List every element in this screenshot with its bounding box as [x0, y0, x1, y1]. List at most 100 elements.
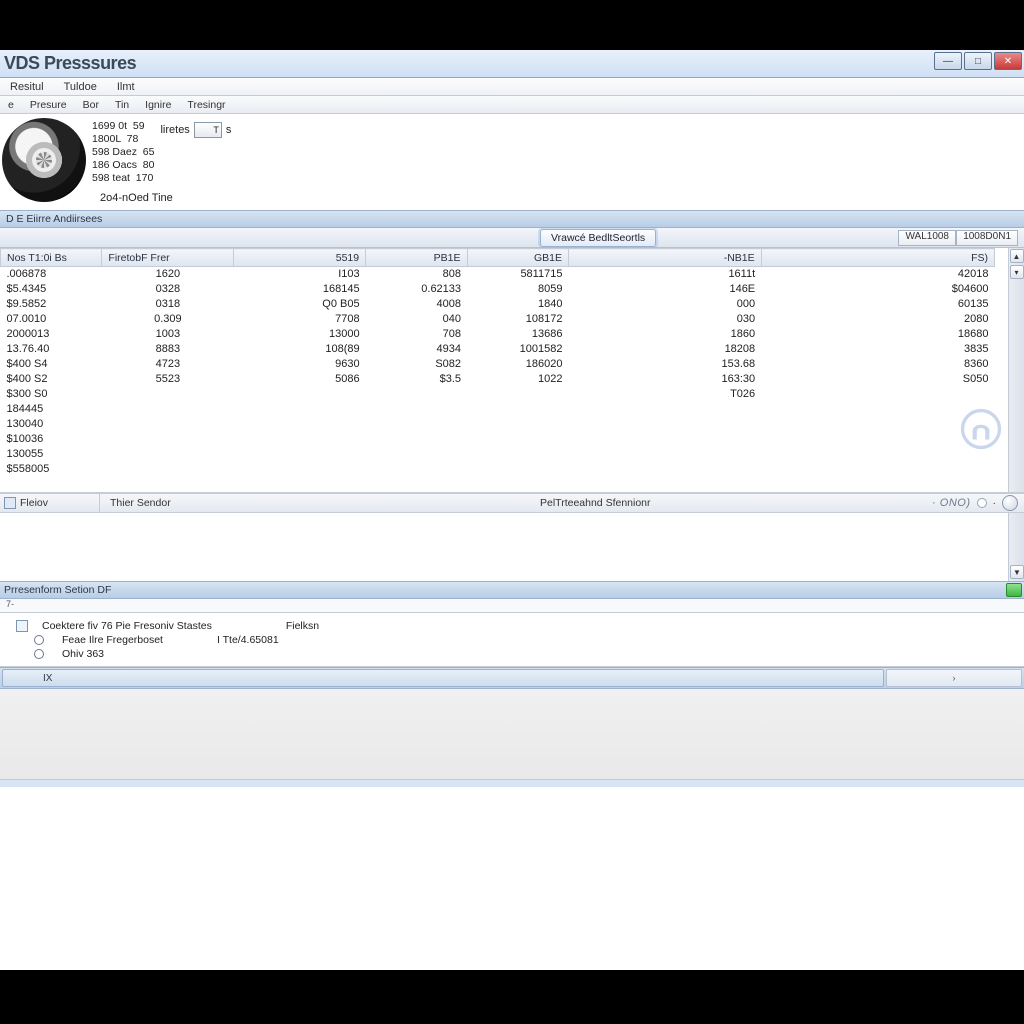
col-header[interactable]: PB1E — [366, 249, 467, 267]
table-cell: $04600 — [761, 282, 994, 297]
units-label: liretes — [160, 124, 189, 136]
table-cell — [366, 387, 467, 402]
table-row[interactable]: $300 S0T026 — [1, 387, 995, 402]
status-glyph-icon — [4, 497, 16, 509]
menu-item[interactable]: Ilmt — [107, 81, 145, 93]
table-cell — [568, 447, 761, 462]
table-cell — [234, 402, 366, 417]
menubar: Resitul Tuldoe Ilmt — [0, 78, 1024, 96]
radio-option-2[interactable] — [34, 649, 44, 659]
table-cell — [234, 417, 366, 432]
table-cell: 108(89 — [234, 342, 366, 357]
table-cell: 4008 — [366, 297, 467, 312]
table-row[interactable]: 130055 — [1, 447, 995, 462]
window-title: VDS Presssures — [0, 53, 136, 74]
col-header[interactable]: FS) — [761, 249, 994, 267]
toolbar-item[interactable]: Bor — [75, 99, 107, 111]
table-row[interactable]: 07.00100.30977080401081720302080 — [1, 312, 995, 327]
table-cell — [234, 462, 366, 477]
radio-option-1[interactable] — [34, 635, 44, 645]
table-cell: 108172 — [467, 312, 568, 327]
toolbar-item[interactable]: Tin — [107, 99, 137, 111]
options-area: Coektere fiv 76 Pie Fresoniv Stastes Fie… — [0, 613, 1024, 667]
table-cell: 184445 — [1, 402, 102, 417]
table-cell: 708 — [366, 327, 467, 342]
table-cell: 1001582 — [467, 342, 568, 357]
scroll-thumb[interactable]: ▾ — [1010, 265, 1024, 279]
table-cell — [467, 402, 568, 417]
table-cell — [568, 432, 761, 447]
table-cell: 8360 — [761, 357, 994, 372]
table-cell: 13.76.40 — [1, 342, 102, 357]
toolbar-item[interactable]: Presure — [22, 99, 75, 111]
table-cell: 42018 — [761, 267, 994, 282]
table-row[interactable]: $10036 — [1, 432, 995, 447]
close-button[interactable]: ✕ — [994, 52, 1022, 70]
table-cell: 0328 — [102, 282, 234, 297]
table-cell: 163:30 — [568, 372, 761, 387]
units-selector[interactable]: T — [194, 122, 222, 138]
table-row[interactable]: 184445 — [1, 402, 995, 417]
table-cell: $10036 — [1, 432, 102, 447]
table-cell: 3835 — [761, 342, 994, 357]
toolbar-btn-2[interactable]: 1008D0N1 — [956, 230, 1018, 246]
table-row[interactable]: $400 S447239630S082186020153.688360 — [1, 357, 995, 372]
scroll-up-icon[interactable]: ▲ — [1010, 249, 1024, 263]
status-led-icon — [1002, 495, 1018, 511]
table-row[interactable]: .0068781620I10380858117151611t42018 — [1, 267, 995, 282]
table-header-row: Nos T1:0i Bs FiretobF Frer 5519 PB1E GB1… — [1, 249, 995, 267]
table-cell — [568, 462, 761, 477]
menu-item[interactable]: Tuldoe — [54, 81, 107, 93]
table-cell — [102, 417, 234, 432]
maximize-button[interactable]: □ — [964, 52, 992, 70]
panel2-tab[interactable]: 7- — [6, 599, 14, 609]
table-row[interactable]: $558005 — [1, 462, 995, 477]
panel2-action-button[interactable] — [1006, 583, 1022, 597]
panel2-status-text2: › — [953, 673, 956, 683]
panel2-header: Prresenform Setion DF — [0, 581, 1024, 599]
table-row[interactable]: $9.58520318Q0 B054008184000060135 — [1, 297, 995, 312]
table-cell: Q0 B05 — [234, 297, 366, 312]
scroll-down-icon[interactable]: ▼ — [1010, 565, 1024, 579]
minimize-button[interactable]: — — [934, 52, 962, 70]
toolbar-btn-1[interactable]: WAL1008 — [898, 230, 956, 246]
table-cell — [102, 432, 234, 447]
table-cell: 13686 — [467, 327, 568, 342]
toolbar: e Presure Bor Tin Ignire Tresingr — [0, 96, 1024, 114]
toolbar-item[interactable]: e — [0, 99, 22, 111]
table-row[interactable]: 13.76.408883108(8949341001582182083835 — [1, 342, 995, 357]
table-cell: 13000 — [234, 327, 366, 342]
col-header[interactable]: FiretobF Frer — [102, 249, 234, 267]
titlebar: VDS Presssures — □ ✕ — [0, 50, 1024, 78]
table-row[interactable]: 130040 — [1, 417, 995, 432]
table-cell: $5.4345 — [1, 282, 102, 297]
toolbar-item[interactable]: Tresingr — [179, 99, 233, 111]
panel2-status-box2: › — [886, 669, 1022, 687]
table-cell: I103 — [234, 267, 366, 282]
table-cell: 07.0010 — [1, 312, 102, 327]
table-cell — [234, 387, 366, 402]
table-cell: 040 — [366, 312, 467, 327]
vertical-scrollbar[interactable]: ▼ — [1008, 513, 1024, 581]
menu-item[interactable]: Resitul — [0, 81, 54, 93]
table-cell: 9630 — [234, 357, 366, 372]
col-header[interactable]: GB1E — [467, 249, 568, 267]
toolbar-item[interactable]: Ignire — [137, 99, 179, 111]
col-header[interactable]: 5519 — [234, 249, 366, 267]
table-cell — [234, 432, 366, 447]
view-results-button[interactable]: Vrawcé BedltSeortls — [540, 229, 656, 247]
col-header[interactable]: -NB1E — [568, 249, 761, 267]
panel2-status: IX › — [0, 667, 1024, 689]
table-row[interactable]: $400 S255235086$3.51022163:30S050 — [1, 372, 995, 387]
table-cell: 130040 — [1, 417, 102, 432]
watermark-icon — [960, 408, 1002, 450]
table-row[interactable]: $5.434503281681450.621338059146E$04600 — [1, 282, 995, 297]
table-cell: 18680 — [761, 327, 994, 342]
table-row[interactable]: 200001310031300070813686186018680 — [1, 327, 995, 342]
radio-label-1: Feae Ilre Fregerboset — [62, 634, 163, 646]
table-cell: 60135 — [761, 297, 994, 312]
table-cell: 0.309 — [102, 312, 234, 327]
vertical-scrollbar[interactable]: ▲ ▾ — [1008, 248, 1024, 492]
col-header[interactable]: Nos T1:0i Bs — [1, 249, 102, 267]
table-cell — [568, 417, 761, 432]
